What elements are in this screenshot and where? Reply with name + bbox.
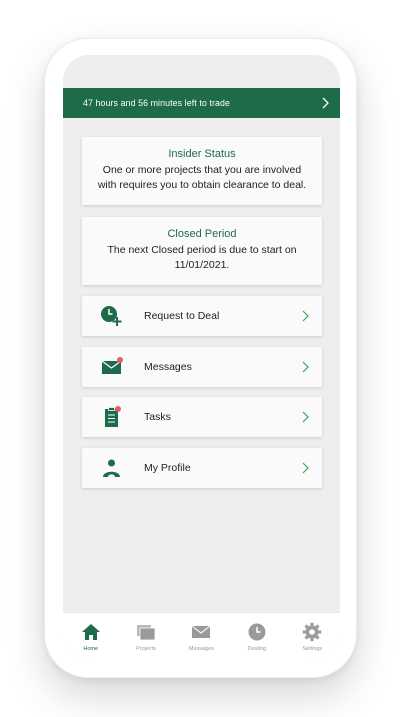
request-to-deal-label: Request to Deal [144, 310, 220, 322]
chevron-right-icon [302, 462, 309, 474]
folders-icon [137, 625, 156, 641]
home-icon [81, 624, 100, 640]
trade-time-banner[interactable]: 47 hours and 56 minutes left to trade [63, 88, 340, 118]
messages-label: Messages [144, 361, 192, 373]
tasks-button[interactable]: Tasks [82, 397, 322, 437]
tab-projects-label: Projects [136, 646, 157, 652]
insider-status-heading: Insider Status [168, 148, 236, 160]
my-profile-button[interactable]: My Profile [82, 448, 322, 488]
tab-home-label: Home [83, 646, 99, 652]
bottom-tab-bar: Home Projects Messages Dealing Settings [63, 612, 340, 662]
closed-period-card: Closed Period The next Closed period is … [82, 217, 322, 285]
tab-messages-label: Messages [188, 646, 214, 652]
person-icon [98, 456, 126, 480]
chevron-right-icon [302, 361, 309, 373]
tab-dealing[interactable]: Dealing [232, 622, 282, 652]
messages-button[interactable]: Messages [82, 347, 322, 387]
clock-plus-icon [98, 304, 126, 328]
closed-period-heading: Closed Period [167, 228, 237, 240]
tab-home[interactable]: Home [66, 622, 116, 652]
insider-status-card: Insider Status One or more projects that… [82, 137, 322, 205]
tasks-label: Tasks [144, 411, 171, 423]
trade-time-text: 47 hours and 56 minutes left to trade [83, 98, 230, 108]
phone-frame: 47 hours and 56 minutes left to trade In… [44, 38, 357, 678]
tab-projects[interactable]: Projects [121, 622, 171, 652]
gear-icon [303, 622, 322, 642]
tab-messages[interactable]: Messages [176, 622, 226, 652]
status-bar-area [63, 55, 340, 88]
clipboard-icon [98, 405, 126, 429]
app-screen: 47 hours and 56 minutes left to trade In… [63, 55, 340, 662]
request-to-deal-button[interactable]: Request to Deal [82, 296, 322, 336]
tab-settings[interactable]: Settings [287, 622, 337, 652]
tab-settings-label: Settings [302, 646, 323, 652]
chevron-right-icon [302, 411, 309, 423]
insider-status-body: One or more projects that you are involv… [97, 164, 307, 191]
chevron-right-icon [302, 310, 309, 322]
envelope-icon [192, 625, 211, 638]
my-profile-label: My Profile [144, 462, 191, 474]
tab-dealing-label: Dealing [247, 646, 267, 652]
clock-icon [248, 623, 266, 641]
envelope-icon [98, 355, 126, 379]
chevron-right-icon [322, 97, 329, 109]
closed-period-body: The next Closed period is due to start o… [107, 244, 297, 271]
